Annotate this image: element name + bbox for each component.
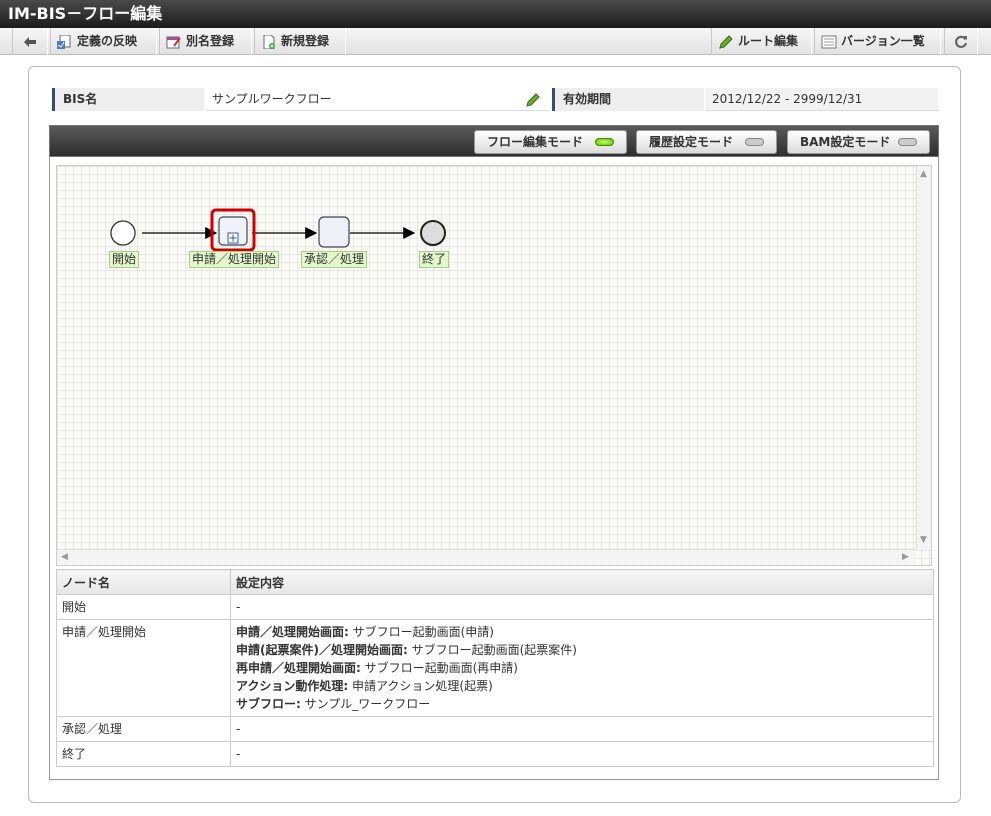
mode-lamp-off-icon (745, 138, 764, 146)
settings-cell: - (230, 741, 934, 767)
setting-line: - (236, 745, 933, 763)
bis-info-row: BIS名 サンプルワークフロー 有効期間 2012/12/22 - 2999/1… (52, 88, 938, 112)
mode-lamp-off-icon (898, 138, 917, 146)
bam-setting-mode-label: BAM設定モード (800, 135, 891, 149)
node-name-cell: 申請／処理開始 (56, 619, 231, 717)
node-label-approve[interactable]: 承認／処理 (301, 251, 368, 268)
table-row: 開始 - (56, 594, 934, 620)
scroll-up-icon[interactable]: ▲ (920, 169, 927, 179)
setting-key: アクション動作処理: (236, 679, 349, 693)
route-edit-button[interactable]: ルート編集 (711, 28, 812, 55)
arrow-left-icon (24, 36, 36, 47)
setting-line: - (236, 598, 933, 616)
period-value: 2012/12/22 - 2999/12/31 (706, 88, 938, 111)
end-node (420, 220, 446, 246)
pencil-icon[interactable] (525, 92, 541, 108)
bam-setting-mode-button[interactable]: BAM設定モード (787, 130, 930, 154)
mode-lamp-on-icon (595, 138, 614, 146)
reload-button[interactable] (944, 28, 978, 55)
setting-line: 申請／処理開始画面: サブフロー起動画面(申請) (236, 623, 933, 641)
setting-value: サブフロー起動画面(再申請) (360, 661, 518, 675)
setting-value: サブフロー起動画面(起票案件) (407, 643, 577, 657)
setting-line: アクション動作処理: 申請アクション処理(起票) (236, 677, 933, 695)
node-name-cell: 承認／処理 (56, 716, 231, 742)
bis-name-value: サンプルワークフロー (206, 88, 550, 111)
flow-canvas[interactable] (56, 165, 932, 566)
column-header-node-name: ノード名 (56, 569, 231, 595)
scroll-left-icon[interactable]: ◀ (61, 552, 68, 562)
node-label-end[interactable]: 終了 (419, 251, 450, 268)
setting-value: - (236, 722, 241, 736)
start-node (110, 220, 136, 246)
node-name-cell: 開始 (56, 594, 231, 620)
setting-value: サンプル_ワークフロー (300, 697, 431, 711)
node-name-cell: 終了 (56, 741, 231, 767)
flow-edit-mode-label: フロー編集モード (487, 135, 584, 149)
setting-value: - (236, 747, 241, 761)
new-document-icon (263, 34, 275, 49)
setting-line: 再申請／処理開始画面: サブフロー起動画面(再申請) (236, 659, 933, 677)
mode-bar: フロー編集モード 履歴設定モード BAM設定モード (49, 125, 939, 157)
flow-edit-mode-button[interactable]: フロー編集モード (474, 130, 627, 154)
table-row: 申請／処理開始 申請／処理開始画面: サブフロー起動画面(申請) 申請(起票案件)／… (56, 619, 934, 717)
settings-cell: 申請／処理開始画面: サブフロー起動画面(申請) 申請(起票案件)／処理開始画面:… (230, 619, 934, 717)
apply-definition-button[interactable]: 定義の反映 (50, 28, 157, 55)
alias-register-label: 別名登録 (186, 34, 235, 48)
history-setting-mode-label: 履歴設定モード (649, 135, 734, 149)
setting-key: サブフロー: (236, 697, 301, 711)
table-header-row: ノード名 設定内容 (56, 569, 934, 595)
table-row: 承認／処理 - (56, 716, 934, 742)
setting-value: 申請アクション処理(起票) (348, 679, 493, 693)
setting-line: 申請(起票案件)／処理開始画面: サブフロー起動画面(起票案件) (236, 641, 933, 659)
settings-cell: - (230, 716, 934, 742)
toolbar: 定義の反映 別名登録 新規登録 ルート編集 バージョン一覧 (0, 28, 991, 55)
period-label: 有効期間 (552, 88, 704, 111)
node-label-apply[interactable]: 申請／処理開始 (189, 251, 280, 268)
new-register-label: 新規登録 (281, 34, 330, 48)
setting-line: - (236, 720, 933, 738)
apply-definition-label: 定義の反映 (77, 34, 138, 48)
route-edit-label: ルート編集 (738, 34, 799, 48)
reload-icon (955, 35, 968, 48)
setting-value: サブフロー起動画面(申請) (348, 625, 494, 639)
alias-edit-icon (166, 36, 181, 48)
table-row: 終了 - (56, 741, 934, 767)
bis-name-label: BIS名 (52, 88, 204, 111)
history-setting-mode-button[interactable]: 履歴設定モード (636, 130, 777, 154)
setting-value: - (236, 600, 241, 614)
window-title: IM-BIS－フロー編集 (0, 0, 991, 28)
document-apply-icon (57, 34, 71, 49)
setting-key: 申請／処理開始画面: (236, 625, 349, 639)
vertical-scrollbar[interactable]: ▲ ▼ (916, 166, 931, 549)
new-register-button[interactable]: 新規登録 (254, 28, 346, 55)
settings-cell: - (230, 594, 934, 620)
flow-diagram (110, 208, 446, 252)
horizontal-scrollbar[interactable]: ◀ ▶ (57, 549, 916, 564)
setting-key: 再申請／処理開始画面: (236, 661, 361, 675)
column-header-settings: 設定内容 (230, 569, 934, 595)
pencil-icon (719, 34, 733, 49)
scroll-right-icon[interactable]: ▶ (902, 552, 909, 562)
version-list-label: バージョン一覧 (841, 34, 925, 48)
node-label-start[interactable]: 開始 (109, 251, 140, 268)
task-node (318, 216, 350, 248)
setting-line: サブフロー: サンプル_ワークフロー (236, 695, 933, 713)
version-list-button[interactable]: バージョン一覧 (814, 28, 941, 55)
node-settings-table: ノード名 設定内容 開始 - 申請／処理開始 申請／処理開始画面: サブフロー起動画面… (56, 569, 934, 767)
scroll-down-icon[interactable]: ▼ (920, 535, 927, 545)
list-icon (821, 35, 837, 48)
alias-register-button[interactable]: 別名登録 (159, 28, 252, 55)
back-button[interactable] (12, 28, 48, 55)
setting-key: 申請(起票案件)／処理開始画面: (236, 643, 408, 657)
